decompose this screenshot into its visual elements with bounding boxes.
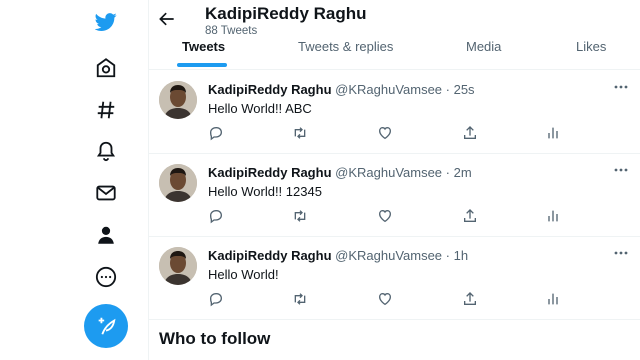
retweet-icon[interactable]	[292, 208, 308, 224]
tweet-header: KadipiReddy Raghu @KRaghuVamsee · 2m	[208, 165, 472, 180]
more-options-icon[interactable]	[613, 81, 629, 93]
active-tab-indicator	[177, 63, 227, 67]
analytics-icon[interactable]	[545, 125, 561, 141]
messages-mail-icon[interactable]	[92, 179, 120, 207]
retweet-icon[interactable]	[292, 291, 308, 307]
tweet-item[interactable]: KadipiReddy Raghu @KRaghuVamsee · 25s He…	[149, 71, 640, 154]
tab-media[interactable]: Media	[466, 39, 501, 54]
share-icon[interactable]	[462, 208, 478, 224]
tweet-item[interactable]: KadipiReddy Raghu @KRaghuVamsee · 1h Hel…	[149, 237, 640, 320]
notifications-bell-icon[interactable]	[92, 137, 120, 165]
tab-likes[interactable]: Likes	[576, 39, 606, 54]
analytics-icon[interactable]	[545, 291, 561, 307]
home-icon[interactable]	[92, 54, 120, 82]
tweet-count: 88 Tweets	[205, 25, 258, 37]
compose-tweet-button[interactable]	[84, 304, 128, 348]
like-heart-icon[interactable]	[377, 291, 393, 307]
tab-tweets[interactable]: Tweets	[182, 39, 225, 54]
explore-hashtag-icon[interactable]	[92, 96, 120, 124]
reply-icon[interactable]	[208, 208, 224, 224]
tweet-header: KadipiReddy Raghu @KRaghuVamsee · 25s	[208, 82, 475, 97]
who-to-follow-heading: Who to follow	[159, 329, 271, 348]
like-heart-icon[interactable]	[377, 125, 393, 141]
avatar[interactable]	[159, 81, 197, 119]
more-options-icon[interactable]	[613, 164, 629, 176]
left-nav	[0, 0, 148, 360]
analytics-icon[interactable]	[545, 208, 561, 224]
tweet-text: Hello World!	[208, 267, 279, 282]
feather-plus-icon	[98, 317, 116, 335]
avatar[interactable]	[159, 164, 197, 202]
tweet-author[interactable]: KadipiReddy Raghu	[208, 248, 332, 263]
like-heart-icon[interactable]	[377, 208, 393, 224]
share-icon[interactable]	[462, 125, 478, 141]
profile-name: KadipiReddy Raghu	[205, 4, 367, 23]
more-circle-icon[interactable]	[92, 263, 120, 291]
reply-icon[interactable]	[208, 125, 224, 141]
tweet-header: KadipiReddy Raghu @KRaghuVamsee · 1h	[208, 248, 468, 263]
tweet-author[interactable]: KadipiReddy Raghu	[208, 165, 332, 180]
share-icon[interactable]	[462, 291, 478, 307]
profile-timeline: KadipiReddy Raghu 88 Tweets Tweets Tweet…	[148, 0, 640, 360]
tweet-meta: @KRaghuVamsee · 1h	[335, 248, 469, 263]
profile-person-icon[interactable]	[92, 221, 120, 249]
tweet-text: Hello World!! 12345	[208, 184, 322, 199]
tweet-author[interactable]: KadipiReddy Raghu	[208, 82, 332, 97]
profile-header: KadipiReddy Raghu 88 Tweets Tweets Tweet…	[149, 0, 640, 70]
retweet-icon[interactable]	[292, 125, 308, 141]
reply-icon[interactable]	[208, 291, 224, 307]
tweet-item[interactable]: KadipiReddy Raghu @KRaghuVamsee · 2m Hel…	[149, 154, 640, 237]
more-options-icon[interactable]	[613, 247, 629, 259]
twitter-logo-icon[interactable]	[92, 8, 120, 36]
tweet-meta: @KRaghuVamsee · 25s	[335, 82, 475, 97]
avatar[interactable]	[159, 247, 197, 285]
tweet-meta: @KRaghuVamsee · 2m	[335, 165, 472, 180]
tweet-text: Hello World!! ABC	[208, 101, 312, 116]
tab-tweets-replies[interactable]: Tweets & replies	[298, 39, 393, 54]
back-arrow-icon[interactable]	[157, 9, 177, 29]
